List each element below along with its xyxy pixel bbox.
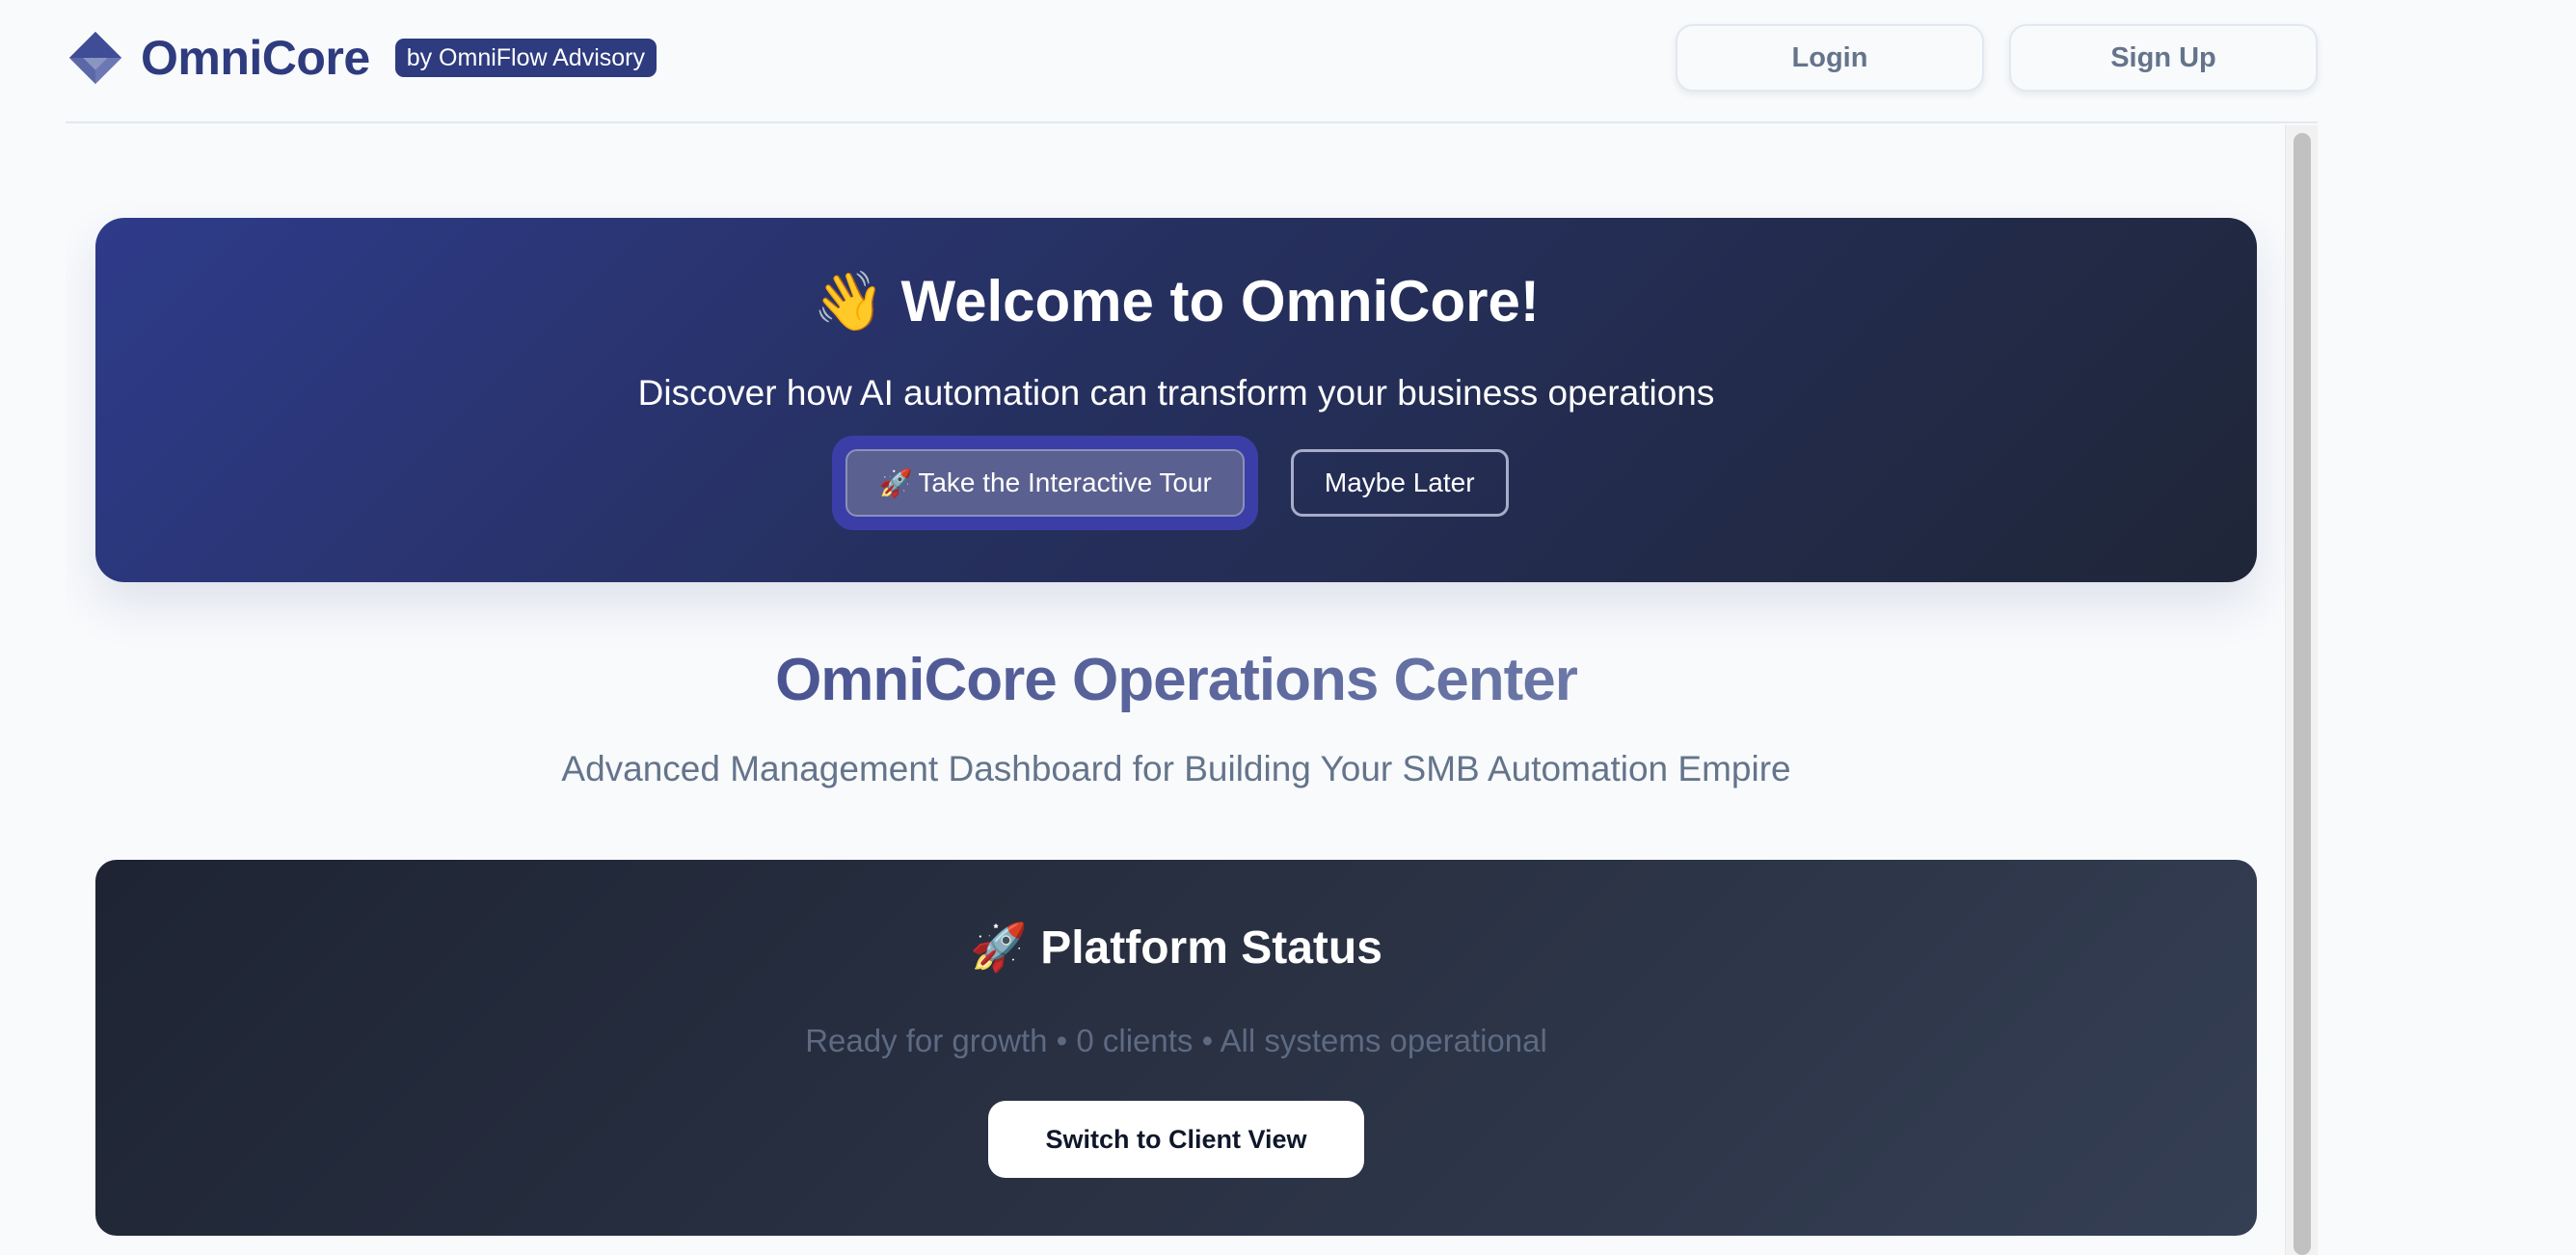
platform-status-card: 🚀 Platform Status Ready for growth • 0 c…: [95, 860, 2257, 1236]
platform-status-title-text: Platform Status: [1040, 922, 1382, 974]
diamond-logo-icon: [69, 32, 121, 84]
take-tour-button[interactable]: 🚀 Take the Interactive Tour: [845, 449, 1245, 517]
welcome-title: 👋 Welcome to OmniCore!: [95, 268, 2257, 335]
app-page: OmniCore by OmniFlow Advisory Login Sign…: [0, 0, 2576, 1255]
page-title-text: OmniCore Operations Center: [775, 647, 1578, 713]
auth-actions: Login Sign Up: [1676, 24, 2318, 92]
take-tour-label: Take the Interactive Tour: [918, 467, 1212, 497]
brand-name: OmniCore: [141, 31, 370, 85]
tour-button-highlight: 🚀 Take the Interactive Tour: [832, 436, 1258, 530]
signup-button[interactable]: Sign Up: [2009, 24, 2318, 92]
rocket-icon: 🚀: [970, 921, 1028, 975]
brand-badge: by OmniFlow Advisory: [394, 39, 657, 77]
vertical-scrollbar[interactable]: [2285, 125, 2318, 1255]
platform-status-title: 🚀 Platform Status: [95, 920, 2257, 976]
waving-hand-icon: 👋: [813, 268, 885, 335]
switch-to-client-view-button[interactable]: Switch to Client View: [988, 1101, 1364, 1178]
platform-status-summary: Ready for growth • 0 clients • All syste…: [805, 1023, 1547, 1058]
rocket-icon: 🚀: [878, 467, 913, 499]
top-header: OmniCore by OmniFlow Advisory Login Sign…: [66, 0, 2318, 123]
page-title: OmniCore Operations Center: [66, 646, 2287, 715]
welcome-title-text: Welcome to OmniCore!: [900, 269, 1540, 334]
welcome-banner: 👋 Welcome to OmniCore! Discover how AI a…: [95, 218, 2257, 582]
login-button[interactable]: Login: [1676, 24, 1984, 92]
welcome-subtitle: Discover how AI automation can transform…: [637, 373, 1715, 413]
page-subtitle: Advanced Management Dashboard for Buildi…: [561, 749, 1791, 788]
scrollbar-thumb[interactable]: [2294, 133, 2311, 1255]
brand[interactable]: OmniCore by OmniFlow Advisory: [66, 29, 657, 87]
maybe-later-button[interactable]: Maybe Later: [1290, 449, 1509, 517]
welcome-actions: 🚀 Take the Interactive Tour Maybe Later: [95, 436, 2257, 530]
main-content[interactable]: 👋 Welcome to OmniCore! Discover how AI a…: [66, 125, 2318, 1255]
